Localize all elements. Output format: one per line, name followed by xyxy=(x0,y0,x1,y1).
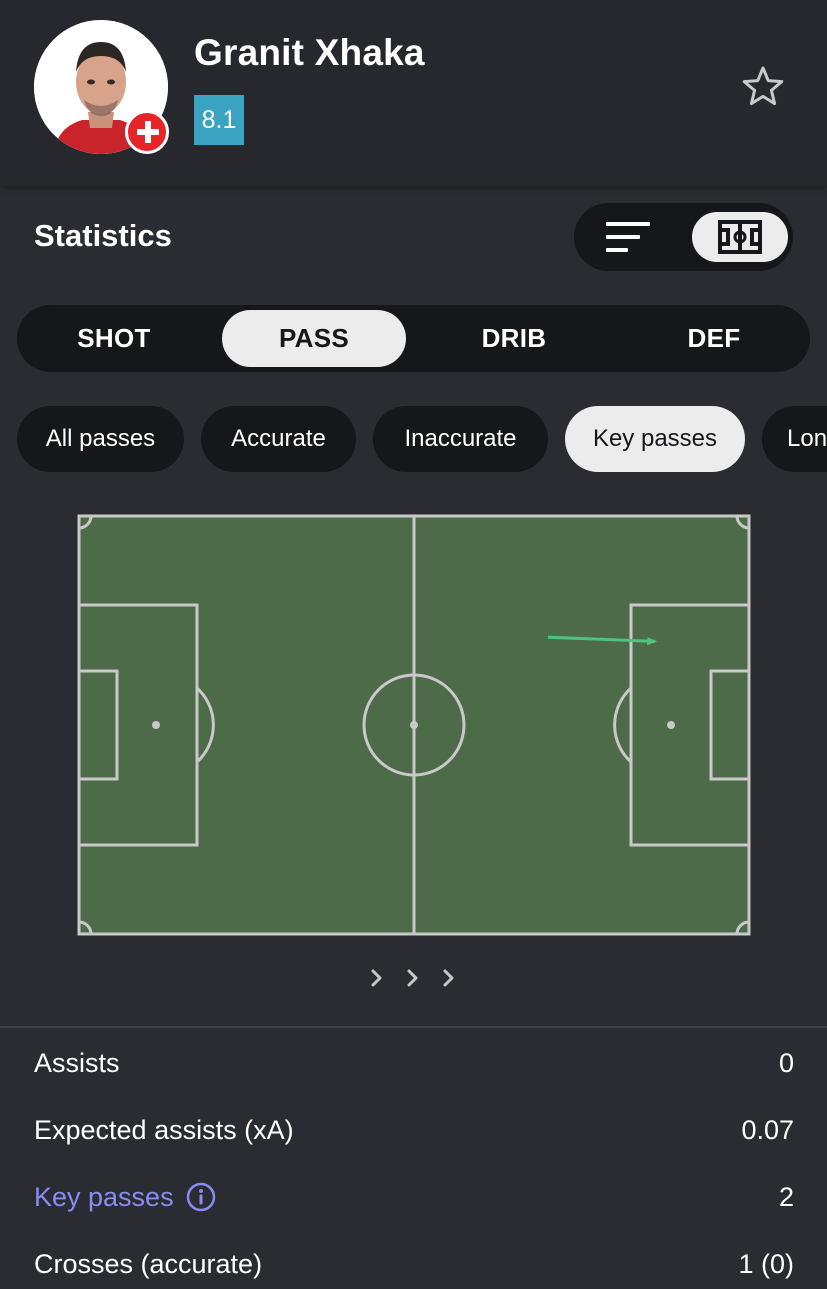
switzerland-flag-icon xyxy=(125,110,169,154)
chip-key-passes[interactable]: Key passes xyxy=(565,406,745,472)
stat-value: 0.07 xyxy=(741,1114,794,1145)
stat-label: Expected assists (xA) xyxy=(34,1114,294,1145)
pass-map-pitch xyxy=(77,514,751,936)
left-penalty-spot xyxy=(152,721,160,729)
stat-value: 0 xyxy=(778,1047,794,1078)
section-divider xyxy=(0,1026,827,1028)
stat-value: 2 xyxy=(778,1181,794,1212)
chip-accurate[interactable]: Accurate xyxy=(201,406,356,472)
center-spot xyxy=(410,721,418,729)
favorite-star-icon[interactable] xyxy=(740,64,786,110)
tab-drib[interactable]: DRIB xyxy=(422,310,606,367)
tab-def[interactable]: DEF xyxy=(622,310,806,367)
list-view-button[interactable] xyxy=(598,215,658,259)
player-header: Granit Xhaka 8.1 xyxy=(0,0,827,186)
stat-label: Crosses (accurate) xyxy=(34,1248,263,1279)
stat-row-assists: Assists 0 xyxy=(34,1038,794,1088)
category-tabs: SHOT PASS DRIB DEF xyxy=(17,305,810,372)
pass-filter-chips: All passes Accurate Inaccurate Key passe… xyxy=(0,406,827,472)
list-view-icon xyxy=(606,222,650,252)
stat-label: Assists xyxy=(34,1047,120,1078)
stat-row-key-passes[interactable]: Key passes 2 xyxy=(34,1172,794,1222)
rating-badge: 8.1 xyxy=(194,95,244,145)
chip-inaccurate[interactable]: Inaccurate xyxy=(373,406,548,472)
view-toggle xyxy=(574,203,793,271)
chip-all-passes[interactable]: All passes xyxy=(17,406,184,472)
player-name: Granit Xhaka xyxy=(194,32,425,73)
pitch-view-icon xyxy=(718,220,762,254)
stat-label-text: Key passes xyxy=(34,1181,174,1212)
stat-row-expected-assists: Expected assists (xA) 0.07 xyxy=(34,1105,794,1155)
tab-pass[interactable]: PASS xyxy=(222,310,406,367)
stat-row-crosses: Crosses (accurate) 1 (0) xyxy=(34,1239,794,1289)
stat-label-link[interactable]: Key passes xyxy=(34,1182,216,1213)
right-penalty-spot xyxy=(667,721,675,729)
pitch-view-button[interactable] xyxy=(692,212,788,262)
tab-shot[interactable]: SHOT xyxy=(22,310,206,367)
chip-long-balls[interactable]: Lon xyxy=(762,406,827,472)
info-icon[interactable] xyxy=(186,1182,216,1212)
pager-chevrons-icon[interactable] xyxy=(364,962,464,994)
statistics-title: Statistics xyxy=(34,218,172,253)
stat-value: 1 (0) xyxy=(738,1248,794,1279)
